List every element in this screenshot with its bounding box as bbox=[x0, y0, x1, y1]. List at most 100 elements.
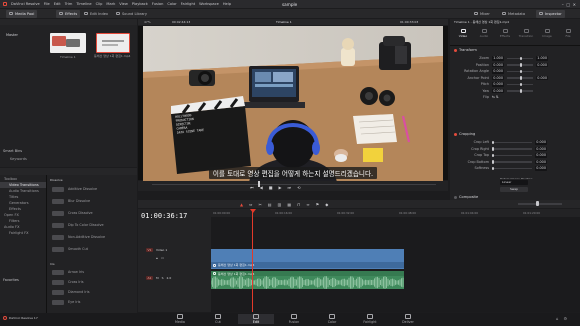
transform-slider[interactable] bbox=[507, 69, 533, 73]
crop-slider[interactable] bbox=[492, 140, 532, 144]
fx-item-blur-dissolve[interactable]: Blur Dissolve bbox=[48, 195, 136, 207]
video-clip[interactable]: 동해선 영상 1회 편집1.mp4 bbox=[211, 249, 404, 269]
mute-button[interactable]: M bbox=[156, 276, 159, 280]
snapping-icon[interactable]: ⊓ bbox=[297, 202, 300, 207]
timeline-ruler[interactable]: 01:00:00:00 01:00:16:00 01:00:32:00 01:00:4… bbox=[211, 209, 580, 217]
transform-x-field[interactable]: 0.000 bbox=[492, 75, 504, 80]
clip-thumb-timeline[interactable] bbox=[50, 33, 86, 53]
transform-y-field[interactable]: 0.000 bbox=[536, 62, 548, 67]
transform-x-field[interactable]: 0.000 bbox=[492, 82, 504, 87]
inspector-tab-effects[interactable]: Effects bbox=[498, 29, 512, 38]
stop-icon[interactable]: ■ bbox=[269, 185, 273, 190]
transform-y-field[interactable]: 1.000 bbox=[536, 56, 548, 61]
skip-back-icon[interactable]: ⏮ bbox=[250, 185, 254, 190]
page-fusion[interactable]: Fusion bbox=[276, 314, 312, 324]
transform-enable-dot[interactable] bbox=[454, 48, 457, 52]
edit-index-button[interactable]: Edit Index bbox=[84, 12, 108, 16]
viewer[interactable]: HOLLYWOOD PRODUCTION DIRECTOR CAMERA DAT… bbox=[138, 26, 448, 184]
fx-item-arrow-iris[interactable]: Arrow Iris bbox=[48, 267, 136, 277]
inspector-tab-audio[interactable]: Audio bbox=[477, 29, 491, 38]
timeline-timecode[interactable]: 01:00:36:17 bbox=[141, 212, 187, 220]
fx-item-dip-to-color-dissolve[interactable]: Dip To Color Dissolve bbox=[48, 219, 136, 231]
track-visible-icon[interactable]: ▭ bbox=[161, 256, 164, 260]
selection-tool-icon[interactable]: ▲ bbox=[240, 202, 243, 207]
playhead[interactable] bbox=[252, 209, 253, 312]
fx-item-smooth-cut[interactable]: Smooth Cut bbox=[48, 243, 136, 255]
play-reverse-icon[interactable]: ◀ bbox=[260, 185, 263, 190]
marker-icon[interactable]: ◆ bbox=[325, 202, 328, 207]
replace-clip-icon[interactable]: ▦ bbox=[287, 202, 291, 207]
clip-thumb-mp4[interactable] bbox=[96, 33, 130, 53]
transform-header[interactable]: Transform bbox=[454, 48, 477, 52]
mixer-button[interactable]: Mixer bbox=[474, 12, 490, 16]
transform-x-field[interactable]: 1.000 bbox=[492, 56, 504, 61]
metadata-button[interactable]: Metadata bbox=[502, 12, 525, 16]
viewer-zoom[interactable]: 47% bbox=[144, 20, 151, 24]
cropping-enable-dot[interactable] bbox=[454, 132, 457, 136]
menu-playback[interactable]: Playback bbox=[132, 2, 148, 6]
playhead-handle[interactable] bbox=[249, 209, 256, 213]
menu-edit[interactable]: Edit bbox=[54, 2, 61, 6]
effects-button[interactable]: Effects bbox=[56, 9, 81, 18]
page-cut[interactable]: Cut bbox=[200, 314, 236, 324]
composite-header[interactable]: Composite bbox=[454, 195, 478, 199]
fx-tree-fairlight-fx[interactable]: Fairlight FX bbox=[0, 230, 46, 236]
transform-x-field[interactable]: 0.000 bbox=[492, 88, 504, 93]
menu-mark[interactable]: Mark bbox=[106, 2, 115, 6]
menu-view[interactable]: View bbox=[119, 2, 128, 6]
video-track-id[interactable]: V1 bbox=[146, 248, 153, 252]
play-icon[interactable]: ▶ bbox=[278, 185, 281, 190]
transform-slider[interactable] bbox=[507, 89, 533, 93]
fx-item-diamond-iris[interactable]: Diamond Iris bbox=[48, 287, 136, 297]
window-controls[interactable]: – □ ✕ bbox=[562, 2, 576, 7]
transform-y-field[interactable]: 0.000 bbox=[536, 75, 548, 80]
crop-field[interactable]: 0.000 bbox=[535, 153, 547, 158]
transform-slider[interactable] bbox=[507, 76, 533, 80]
fx-item-eye-iris[interactable]: Eye Iris bbox=[48, 297, 136, 307]
lock-icon[interactable]: 🔒︎ bbox=[156, 256, 158, 260]
menu-color[interactable]: Color bbox=[167, 2, 176, 6]
inspector-tab-image[interactable]: Image bbox=[540, 29, 554, 38]
fx-item-additive-dissolve[interactable]: Additive Dissolve bbox=[48, 183, 136, 195]
skip-forward-icon[interactable]: ⏭ bbox=[288, 185, 292, 190]
fx-item-cross-dissolve[interactable]: Cross Dissolve bbox=[48, 207, 136, 219]
inspector-tab-file[interactable]: File bbox=[561, 29, 575, 38]
solo-button[interactable]: S bbox=[162, 276, 164, 280]
transform-x-field[interactable]: 0.000 bbox=[492, 62, 504, 67]
page-fairlight[interactable]: Fairlight bbox=[352, 314, 388, 324]
inspector-tab-transition[interactable]: Transition bbox=[519, 29, 533, 38]
crop-field[interactable]: 0.000 bbox=[535, 146, 547, 151]
crop-slider[interactable] bbox=[492, 166, 532, 170]
crop-field[interactable]: 0.000 bbox=[535, 140, 547, 145]
settings-icon[interactable]: ⚙ bbox=[564, 316, 568, 321]
crop-slider[interactable] bbox=[492, 147, 532, 151]
transform-slider[interactable] bbox=[507, 82, 533, 86]
page-deliver[interactable]: Deliver bbox=[390, 314, 426, 324]
flag-icon[interactable]: ⚑ bbox=[316, 202, 320, 207]
crop-field[interactable]: 0.000 bbox=[535, 166, 547, 171]
audio-track-id[interactable]: A1 bbox=[146, 276, 153, 280]
menu-fairlight[interactable]: Fairlight bbox=[181, 2, 195, 6]
page-color[interactable]: Color bbox=[314, 314, 350, 324]
fx-item-cross-iris[interactable]: Cross Iris bbox=[48, 277, 136, 287]
menu-fusion[interactable]: Fusion bbox=[152, 2, 164, 6]
transform-slider[interactable] bbox=[507, 63, 533, 67]
sound-library-button[interactable]: Sound Library bbox=[116, 12, 147, 16]
menu-workspace[interactable]: Workspace bbox=[199, 2, 219, 6]
crop-field[interactable]: 0.000 bbox=[535, 159, 547, 164]
transform-slider[interactable] bbox=[507, 56, 533, 60]
link-icon[interactable]: ∞ bbox=[306, 202, 309, 207]
swap-button[interactable]: Swap bbox=[500, 187, 528, 192]
page-edit[interactable]: Edit bbox=[238, 314, 274, 324]
transform-x-field[interactable]: 0.000 bbox=[492, 69, 504, 74]
inspector-tab-video[interactable]: Video bbox=[456, 29, 470, 38]
insert-clip-icon[interactable]: ▤ bbox=[268, 202, 272, 207]
home-icon[interactable]: ⌂ bbox=[556, 316, 559, 321]
zoom-slider[interactable] bbox=[518, 203, 562, 205]
flip-icons[interactable]: ⇆ ⇅ bbox=[492, 95, 499, 99]
menu-clip[interactable]: Clip bbox=[96, 2, 103, 6]
page-media[interactable]: Media bbox=[162, 314, 198, 324]
menu-help[interactable]: Help bbox=[223, 2, 231, 6]
crop-slider[interactable] bbox=[492, 160, 532, 164]
inspector-button[interactable]: Inspector bbox=[536, 9, 565, 18]
